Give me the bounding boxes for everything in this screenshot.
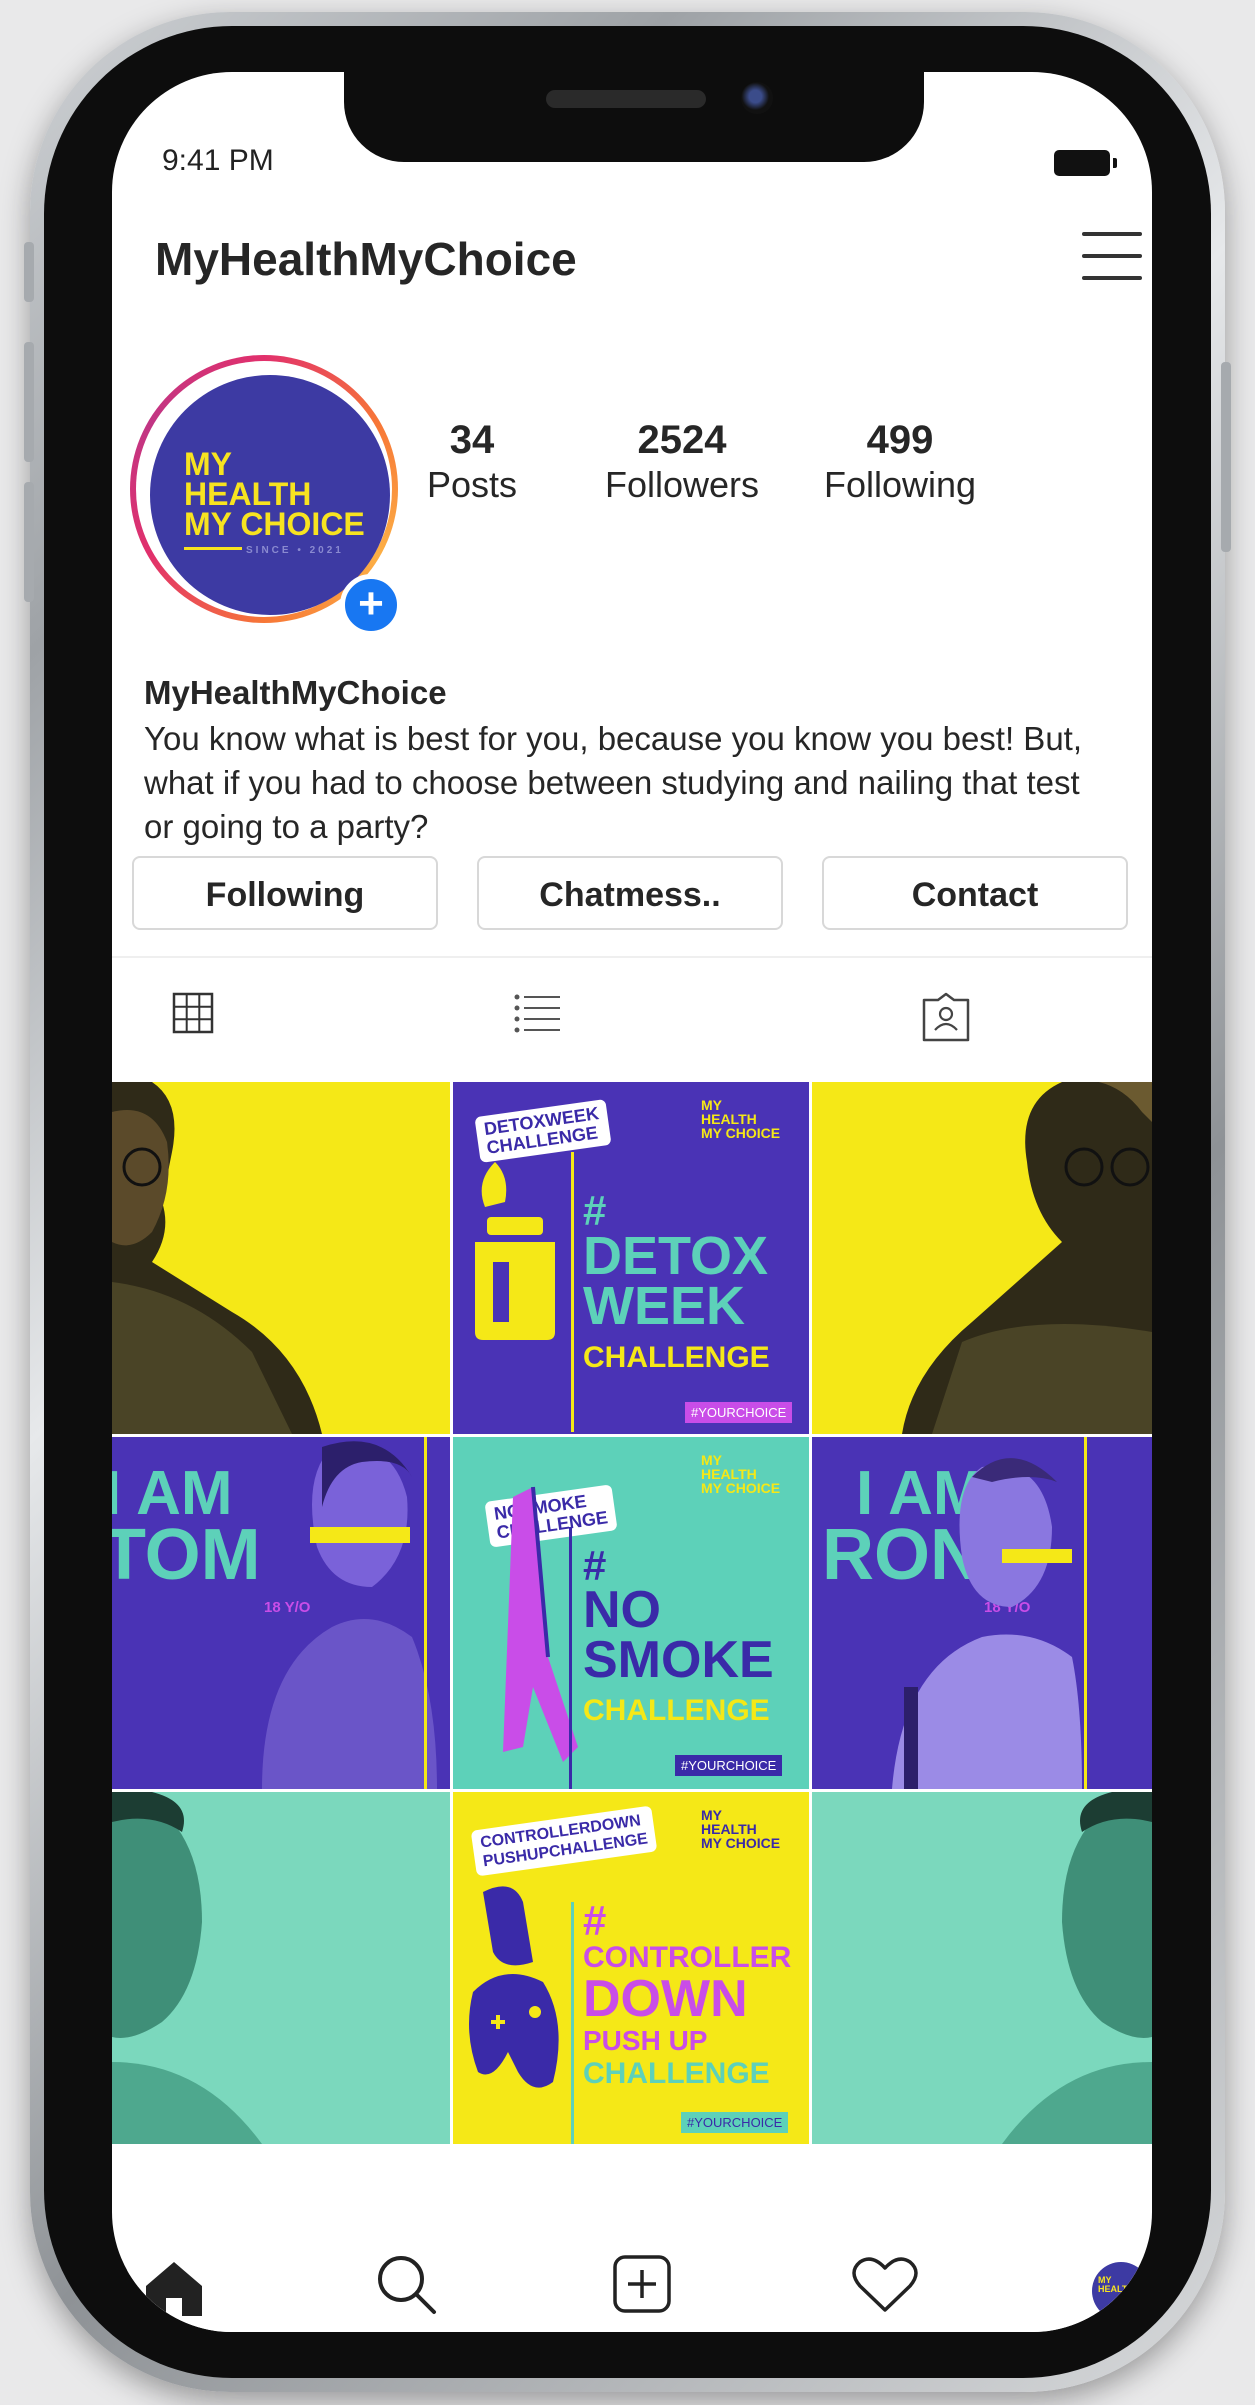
post-tile[interactable]	[112, 1792, 450, 2144]
headline: DOWN	[583, 1970, 748, 2028]
headline: CHALLENGE	[583, 1341, 770, 1374]
brand-mark: MY HEALTH MY CHOICE	[701, 1807, 781, 1851]
profile-username-title: MyHealthMyChoice	[155, 233, 577, 285]
brand-mark: MY HEALTH MY CHOICE	[701, 1097, 781, 1141]
list-icon[interactable]	[514, 992, 562, 1034]
home-icon[interactable]	[142, 2258, 206, 2318]
headline: PUSH UP	[583, 2025, 708, 2056]
following-button[interactable]: Following	[132, 856, 438, 930]
hashtag-label: #YOURCHOICE	[685, 1402, 793, 1423]
tagged-icon[interactable]	[920, 992, 972, 1042]
status-time: 9:41 PM	[162, 144, 274, 177]
volume-down-button	[24, 482, 34, 602]
portrait-photo	[112, 1082, 322, 1434]
accent-line	[1084, 1437, 1087, 1789]
heart-icon[interactable]	[852, 2256, 918, 2314]
menu-icon[interactable]	[1082, 232, 1142, 280]
hashtag-symbol: #	[583, 1542, 607, 1589]
bio-name: MyHealthMyChoice	[144, 674, 447, 711]
stat-label: Posts	[426, 464, 518, 505]
accent-line	[571, 1152, 574, 1432]
post-tile[interactable]: I AM TOM 18 Y/O	[112, 1437, 450, 1789]
headline: WEEK	[583, 1276, 745, 1336]
portrait-photo	[902, 1082, 1152, 1434]
portrait-photo	[112, 1792, 262, 2144]
stat-following[interactable]: 499 Following	[800, 417, 1000, 507]
post-tile[interactable]: I AM RON 18 Y/O	[812, 1437, 1152, 1789]
bio-text: You know what is best for you, because y…	[144, 720, 1083, 845]
headline: CHALLENGE	[583, 2057, 770, 2090]
screen: 9:41 PM MyHealthMyChoice MY HEALTH MY CH…	[112, 72, 1152, 2332]
accent-line	[424, 1437, 427, 1789]
stat-label: Following	[823, 464, 977, 505]
headline: CONTROLLER	[583, 1941, 792, 1974]
hashtag-label: #YOURCHOICE	[675, 1755, 783, 1776]
add-story-icon[interactable]: +	[340, 574, 402, 636]
battery-icon	[1054, 150, 1117, 176]
power-button	[1221, 362, 1231, 552]
brand-mark: MY HEALTH MY CHOICE	[701, 1452, 781, 1496]
stat-value: 499	[866, 418, 934, 462]
notch	[344, 72, 924, 162]
profile-avatar[interactable]: MY HEALTH	[1092, 2262, 1150, 2320]
divider	[112, 956, 1152, 958]
contact-button[interactable]: Contact	[822, 856, 1128, 930]
hashtag-symbol: #	[583, 1187, 607, 1234]
add-post-icon[interactable]	[612, 2254, 672, 2314]
post-tile[interactable]: NOSMOKE CHALLENGE MY HEALTH MY CHOICE # …	[453, 1437, 809, 1789]
post-tile[interactable]: CONTROLLERDOWN PUSHUPCHALLENGE MY HEALTH…	[453, 1792, 809, 2144]
front-camera	[741, 82, 773, 114]
hashtag-label: #YOURCHOICE	[681, 2112, 789, 2133]
headline: CHALLENGE	[583, 1694, 770, 1727]
grid-icon[interactable]	[172, 992, 214, 1034]
post-tile[interactable]	[112, 1082, 450, 1434]
chat-button[interactable]: Chatmess..	[477, 856, 783, 930]
challenge-tag: CONTROLLERDOWN PUSHUPCHALLENGE	[470, 1805, 658, 1877]
headline: DETOX	[583, 1226, 769, 1286]
portrait-photo	[892, 1458, 1082, 1789]
stat-value: 2524	[637, 418, 727, 462]
headline: I AM	[112, 1459, 233, 1528]
portrait-photo	[1002, 1792, 1152, 2144]
bottle-icon	[475, 1162, 555, 1340]
stat-label: Followers	[604, 464, 760, 505]
speaker	[546, 90, 706, 108]
portrait-photo	[262, 1441, 437, 1789]
post-tile[interactable]	[812, 1082, 1152, 1434]
challenge-tag: DETOXWEEK CHALLENGE	[474, 1099, 612, 1163]
accent-line	[569, 1527, 572, 1789]
post-tile[interactable]: DETOXWEEK CHALLENGE MY HEALTH MY CHOICE …	[453, 1082, 809, 1434]
headline: NO	[583, 1581, 661, 1639]
headline: SMOKE	[583, 1631, 774, 1689]
volume-up-button	[24, 342, 34, 462]
stat-value: 34	[449, 418, 495, 462]
hashtag-symbol: #	[583, 1897, 607, 1944]
mute-switch	[24, 242, 34, 302]
controller-arm-icon	[469, 1886, 559, 2088]
accent-line	[571, 1902, 574, 2144]
stat-posts[interactable]: 34 Posts	[412, 417, 532, 507]
stat-followers[interactable]: 2524 Followers	[582, 417, 782, 507]
search-icon[interactable]	[374, 2252, 438, 2316]
post-tile[interactable]	[812, 1792, 1152, 2144]
